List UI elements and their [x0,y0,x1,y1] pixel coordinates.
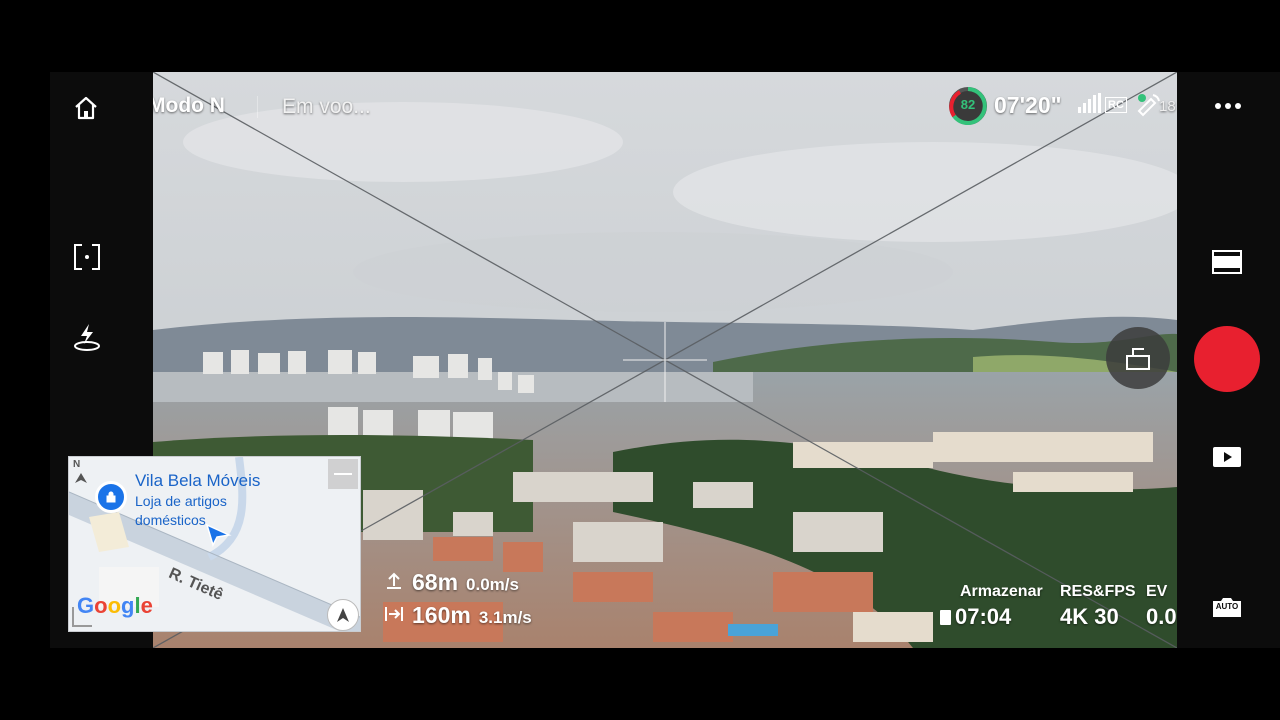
battery-indicator[interactable]: 82 [948,86,988,126]
storage-label: Armazenar [960,583,1043,600]
right-toolbar: AUTO [1177,72,1280,648]
takeoff-land-icon[interactable] [70,320,104,354]
resfps-label: RES&FPS [1060,583,1136,600]
resfps-value[interactable]: 4K 30 [1060,604,1119,630]
distance-icon [385,607,403,621]
storage-time: 07:04 [955,604,1012,629]
height-icon [387,572,401,589]
distance-readout: 160m 3.1m/s [384,602,532,629]
minimize-icon [334,473,352,475]
north-arrow-icon [75,470,87,483]
satellite-count: 18 [1159,98,1176,115]
map-orientation-button[interactable] [327,599,359,631]
map-place-category-2: domésticos [135,512,206,528]
drone-app: Modo N Em voo... 82 07'20" RC 18 68m 0.0… [50,72,1280,648]
battery-percent: 82 [960,97,976,112]
compass-icon [337,608,349,622]
flight-mode[interactable]: Modo N [153,94,225,118]
more-options-icon[interactable] [1213,94,1243,118]
rc-signal-icon: RC [1078,93,1127,113]
satellite-icon [1135,91,1161,117]
storage-readout[interactable]: 07:04 [940,604,1011,630]
ev-label: EV [1146,583,1168,600]
drone-position-icon [205,523,233,548]
gimbal-icon [1126,348,1150,370]
gimbal-lock-button[interactable] [1106,327,1170,389]
ev-value[interactable]: 0.0 [1146,604,1177,630]
map-north-label: N [73,459,81,470]
map-expand-icon[interactable] [72,607,92,627]
place-pin-icon[interactable] [95,481,127,513]
camera-auto-button[interactable]: AUTO [1211,594,1243,620]
map-place-category-1: Loja de artigos [135,493,227,509]
focus-frame-icon[interactable] [70,240,104,274]
mini-map[interactable]: N Vila Bela Móveis Loja de artigos domés… [68,456,361,632]
horizontal-speed: 3.1m/s [478,608,532,627]
flight-time-remaining: 07'20" [994,92,1062,118]
distance-value: 160m [412,602,471,628]
height-value: 68m [412,569,459,595]
vertical-speed: 0.0m/s [466,575,519,594]
map-minimize-button[interactable] [328,459,358,489]
playback-icon[interactable] [1211,444,1243,470]
rc-label: RC [1105,97,1127,113]
flight-status: Em voo... [282,95,371,118]
camera-auto-label: AUTO [1215,602,1239,611]
map-place-name[interactable]: Vila Bela Móveis [135,471,260,491]
height-readout: 68m 0.0m/s [384,569,519,596]
video-mode-icon[interactable] [1211,248,1243,276]
sd-card-icon [940,609,951,625]
home-icon[interactable] [70,92,102,124]
record-button[interactable] [1194,326,1260,392]
header-divider [257,96,258,118]
